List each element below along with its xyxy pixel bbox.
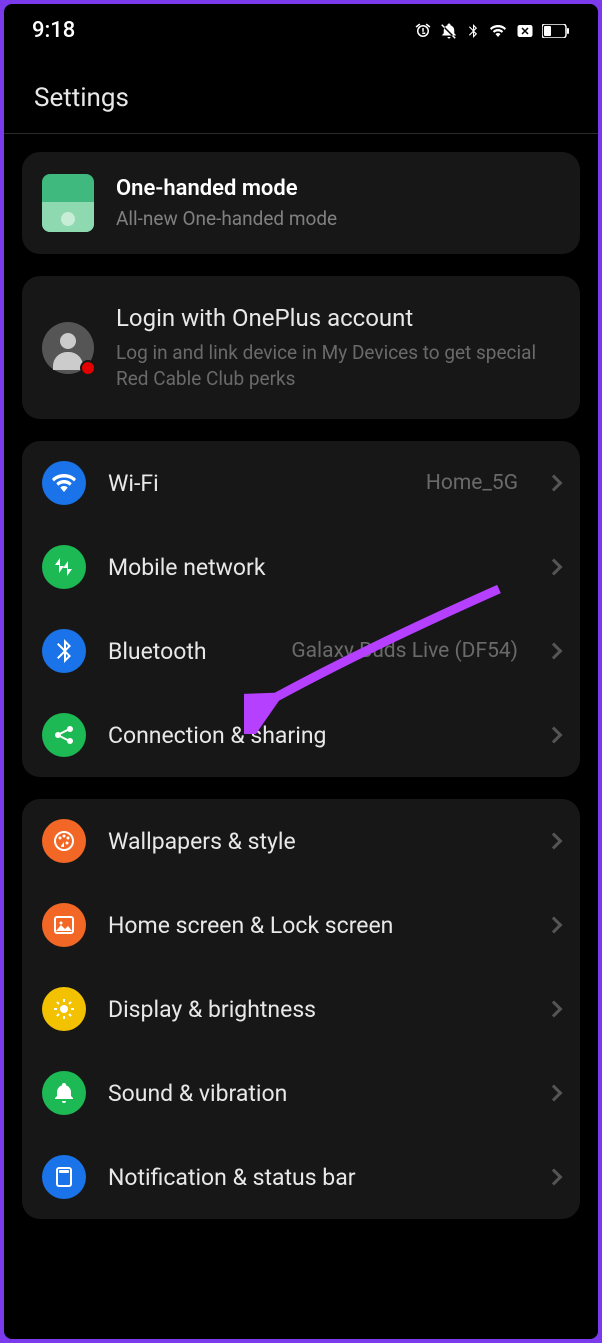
connection-sharing-row[interactable]: Connection & sharing (22, 693, 580, 777)
chevron-right-icon (546, 833, 563, 850)
bluetooth-label: Bluetooth (108, 638, 269, 665)
mute-icon (440, 22, 458, 40)
display-label: Display & brightness (108, 996, 526, 1023)
chevron-right-icon (546, 1085, 563, 1102)
divider (4, 133, 598, 134)
content: One-handed mode All-new One-handed mode … (4, 152, 598, 1219)
battery-icon (542, 24, 570, 38)
alarm-icon (414, 22, 432, 40)
avatar (42, 322, 94, 374)
chevron-right-icon (546, 727, 563, 744)
status-time: 9:18 (32, 18, 75, 43)
notification-row[interactable]: Notification & status bar (22, 1135, 580, 1219)
wifi-icon (42, 461, 86, 505)
wifi-label: Wi-Fi (108, 470, 404, 497)
promo-subtitle: All-new One-handed mode (116, 207, 337, 230)
notification-label: Notification & status bar (108, 1164, 526, 1191)
mobile-network-row[interactable]: Mobile network (22, 525, 580, 609)
account-title: Login with OnePlus account (116, 304, 560, 332)
one-handed-mode-promo[interactable]: One-handed mode All-new One-handed mode (22, 152, 580, 254)
connection-sharing-label: Connection & sharing (108, 722, 526, 749)
bluetooth-value: Galaxy Buds Live (DF54) (291, 639, 518, 663)
home-lock-icon (42, 903, 86, 947)
display-row[interactable]: Display & brightness (22, 967, 580, 1051)
home-lock-label: Home screen & Lock screen (108, 912, 526, 939)
notification-bar-icon (42, 1155, 86, 1199)
bluetooth-status-icon (466, 22, 480, 40)
wallpapers-row[interactable]: Wallpapers & style (22, 799, 580, 883)
chevron-right-icon (546, 475, 563, 492)
sound-icon (42, 1071, 86, 1115)
chevron-right-icon (546, 917, 563, 934)
status-bar: 9:18 (4, 4, 598, 53)
connectivity-group: Wi-Fi Home_5G Mobile network Bluetooth G… (22, 441, 580, 777)
chevron-right-icon (546, 1001, 563, 1018)
status-icons (414, 22, 570, 40)
sound-label: Sound & vibration (108, 1080, 526, 1107)
do-not-disturb-icon (516, 22, 534, 40)
chevron-right-icon (546, 559, 563, 576)
chevron-right-icon (546, 1169, 563, 1186)
wallpapers-icon (42, 819, 86, 863)
personalization-group: Wallpapers & style Home screen & Lock sc… (22, 799, 580, 1219)
mobile-network-icon (42, 545, 86, 589)
wifi-row[interactable]: Wi-Fi Home_5G (22, 441, 580, 525)
mobile-network-label: Mobile network (108, 554, 526, 581)
connection-sharing-icon (42, 713, 86, 757)
bluetooth-row[interactable]: Bluetooth Galaxy Buds Live (DF54) (22, 609, 580, 693)
login-account-row[interactable]: Login with OnePlus account Log in and li… (22, 276, 580, 419)
wallpapers-label: Wallpapers & style (108, 828, 526, 855)
bluetooth-icon (42, 629, 86, 673)
settings-screen: 9:18 Settings One-handed mode All-new On… (4, 4, 598, 1339)
promo-title: One-handed mode (116, 176, 337, 201)
page-title: Settings (4, 53, 598, 133)
account-subtitle: Log in and link device in My Devices to … (116, 340, 560, 391)
wifi-status-icon (488, 23, 508, 39)
sound-row[interactable]: Sound & vibration (22, 1051, 580, 1135)
one-handed-icon (42, 174, 94, 232)
chevron-right-icon (546, 643, 563, 660)
wifi-value: Home_5G (426, 471, 518, 495)
home-lock-row[interactable]: Home screen & Lock screen (22, 883, 580, 967)
display-icon (42, 987, 86, 1031)
